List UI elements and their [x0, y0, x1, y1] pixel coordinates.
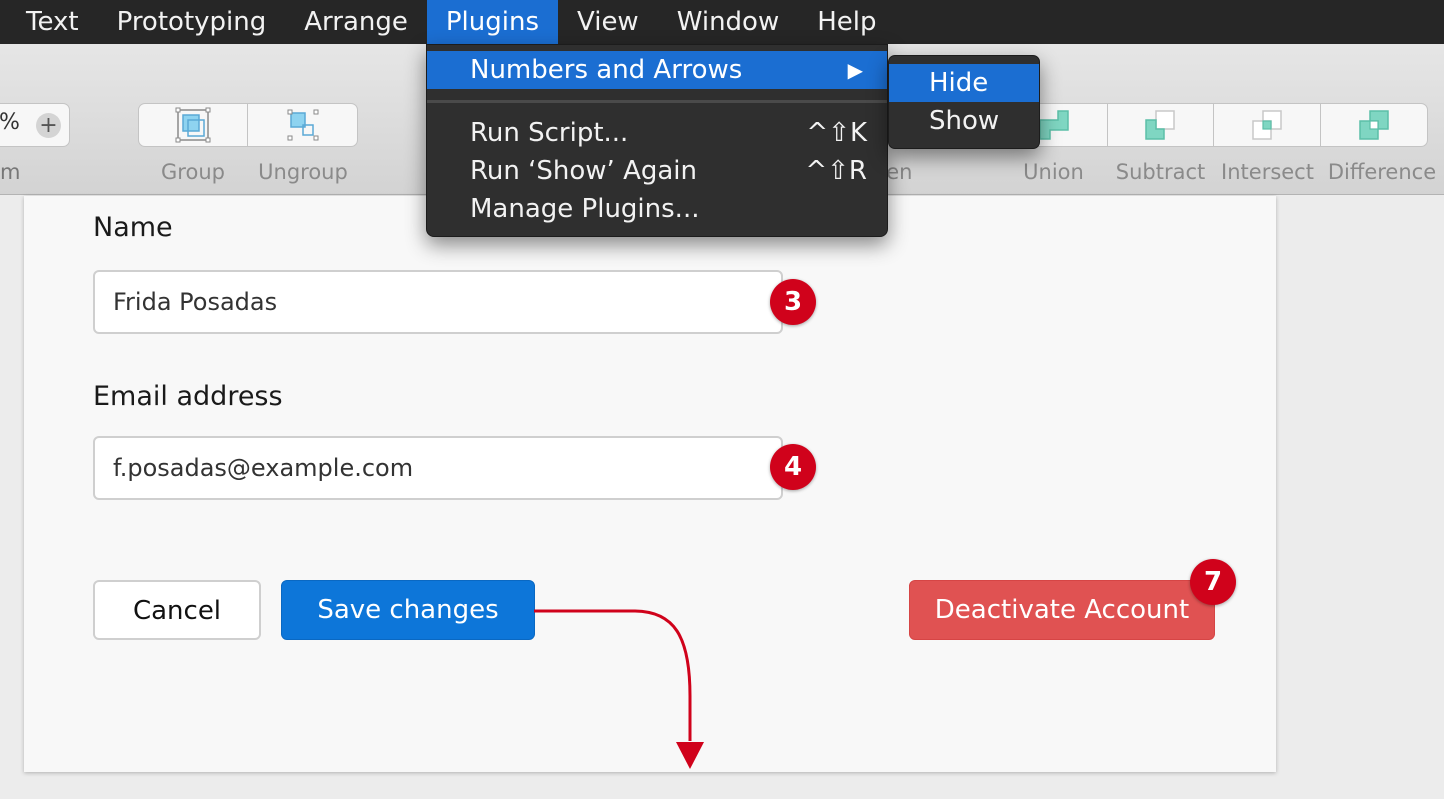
group-icon [175, 107, 211, 143]
intersect-label: Intersect [1221, 160, 1314, 184]
menu-help[interactable]: Help [798, 0, 895, 44]
menu-item-run-show-again[interactable]: Run ‘Show’ Again ^⇧R [427, 152, 887, 190]
annotation-arrow [534, 609, 704, 769]
group-button[interactable] [139, 104, 248, 146]
intersect-icon [1252, 110, 1282, 140]
menu-view[interactable]: View [558, 0, 658, 44]
subtract-label: Subtract [1115, 160, 1206, 184]
menu-item-label: Numbers and Arrows [470, 55, 743, 85]
account-form-card: Name 3 Email address 4 Cancel Save chang… [24, 196, 1276, 772]
menu-item-numbers-and-arrows[interactable]: Numbers and Arrows ▶ [427, 51, 887, 89]
menu-plugins[interactable]: Plugins [426, 0, 558, 44]
menu-item-label: Manage Plugins... [470, 194, 700, 224]
menu-item-label: Run ‘Show’ Again [470, 156, 697, 186]
save-changes-button[interactable]: Save changes [281, 580, 535, 640]
submenu-arrow-icon: ▶ [847, 58, 863, 82]
zoom-percent: % [0, 110, 20, 135]
union-label: Union [1023, 160, 1084, 184]
union-icon [1039, 110, 1069, 140]
annotation-badge-3: 3 [770, 279, 816, 325]
menu-item-label: Run Script... [470, 118, 629, 148]
zoom-label: m [0, 160, 21, 184]
menu-item-shortcut: ^⇧K [806, 118, 867, 148]
ungroup-label: Ungroup [258, 160, 348, 184]
zoom-in-button[interactable]: + [36, 113, 61, 138]
menu-prototyping[interactable]: Prototyping [98, 0, 286, 44]
difference-icon [1359, 110, 1389, 140]
email-label: Email address [93, 381, 283, 412]
ungroup-icon [287, 109, 318, 141]
menu-arrange[interactable]: Arrange [285, 0, 427, 44]
numbers-and-arrows-submenu: Hide Show [888, 55, 1040, 149]
zoom-control: % + [0, 103, 70, 147]
menu-text[interactable]: Text [0, 0, 98, 44]
group-label: Group [161, 160, 225, 184]
menu-item-manage-plugins[interactable]: Manage Plugins... [427, 190, 887, 228]
menu-separator [427, 100, 887, 103]
ungroup-button[interactable] [248, 104, 357, 146]
cancel-button[interactable]: Cancel [93, 580, 261, 640]
menu-item-run-script[interactable]: Run Script... ^⇧K [427, 114, 887, 152]
submenu-item-show[interactable]: Show [889, 102, 1039, 140]
difference-label: Difference [1327, 160, 1437, 184]
menu-item-shortcut: ^⇧R [805, 156, 867, 186]
group-button-group [138, 103, 358, 147]
name-label: Name [93, 212, 173, 243]
difference-button[interactable] [1321, 104, 1428, 146]
submenu-item-hide[interactable]: Hide [889, 64, 1039, 102]
name-input[interactable] [93, 270, 783, 334]
menu-bar: Text Prototyping Arrange Plugins View Wi… [0, 0, 1444, 44]
intersect-button[interactable] [1214, 104, 1321, 146]
boolean-ops-group [1000, 103, 1428, 147]
deactivate-account-button[interactable]: Deactivate Account [909, 580, 1215, 640]
menu-window[interactable]: Window [658, 0, 799, 44]
email-input[interactable] [93, 436, 783, 500]
subtract-button[interactable] [1108, 104, 1214, 146]
plugins-dropdown-menu: Numbers and Arrows ▶ Run Script... ^⇧K R… [426, 44, 888, 237]
subtract-icon [1145, 110, 1175, 140]
annotation-badge-7: 7 [1190, 559, 1236, 605]
annotation-badge-4: 4 [770, 444, 816, 490]
